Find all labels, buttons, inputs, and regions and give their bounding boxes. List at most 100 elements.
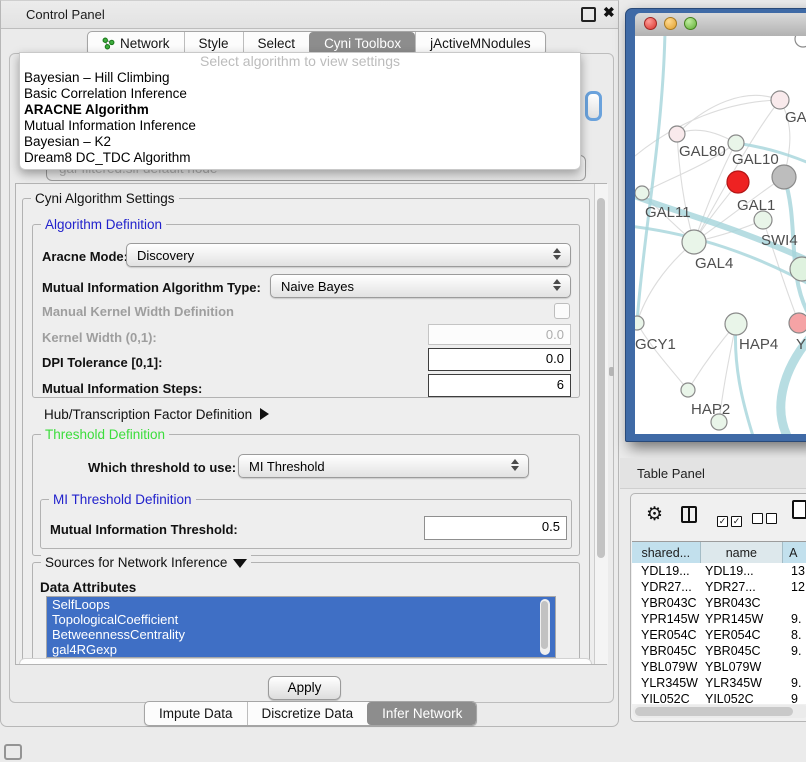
close-icon[interactable]: ✖ [603, 4, 615, 21]
control-panel-window: Control Panel ✖ NetworkStyleSelectCyni T… [0, 0, 619, 727]
bottom-tab-discretize-data[interactable]: Discretize Data [247, 702, 368, 725]
node-label-gcy1: GCY1 [635, 336, 676, 353]
column-header-name[interactable]: name [701, 542, 784, 564]
table-cell [784, 659, 806, 675]
table-horizontal-scrollbar[interactable] [633, 705, 806, 718]
algorithm-option-mutual-information-inference[interactable]: Mutual Information Inference [20, 118, 580, 134]
table-cell: YBR045C [632, 643, 701, 659]
node-label-gal80: GAL80 [679, 143, 726, 160]
table-row[interactable]: YDL19...YDL19...13 [632, 563, 806, 579]
table-cell: YLR345W [632, 675, 701, 691]
tab-label: Network [120, 36, 170, 51]
close-traffic-light[interactable] [644, 17, 657, 30]
node[interactable] [772, 165, 796, 189]
cyni-settings-pane: Cyni Algorithm Settings Algorithm Defini… [15, 183, 607, 665]
table-cell [784, 595, 806, 611]
attribute-item-selfloops[interactable]: SelfLoops [47, 597, 555, 612]
tab-label: Style [199, 36, 229, 51]
attribute-item-topologicalcoefficient[interactable]: TopologicalCoefficient [47, 612, 555, 627]
manual-kernel-width-checkbox[interactable] [554, 303, 570, 319]
panel-resize-handle[interactable] [609, 367, 614, 376]
node-gal80[interactable] [669, 126, 685, 142]
which-threshold-select[interactable]: MI Threshold [238, 454, 529, 478]
mi-threshold-input[interactable]: 0.5 [424, 516, 567, 540]
combo-arrows-icon [553, 248, 561, 260]
bottom-tab-impute-data[interactable]: Impute Data [145, 702, 247, 725]
node[interactable] [727, 171, 749, 193]
kernel-width-label: Kernel Width (0,1): [42, 330, 157, 345]
deselect-all-checkboxes-icon[interactable] [752, 511, 780, 529]
table-row[interactable]: YBR043CYBR043C [632, 595, 806, 611]
attribute-item-betweennesscentrality[interactable]: BetweennessCentrality [47, 627, 555, 642]
apply-button[interactable]: Apply [268, 676, 341, 700]
algorithm-option-bayesian-k2[interactable]: Bayesian – K2 [20, 134, 580, 150]
node[interactable] [711, 414, 727, 430]
algorithm-option-bayesian-hill-climbing[interactable]: Bayesian – Hill Climbing [20, 70, 580, 86]
node-gal4[interactable] [682, 230, 706, 254]
network-view-window: GALGAL80GAL10GAL1GAL11SWI4GAL4GCY1HAP4YH… [625, 8, 806, 442]
network-edge [677, 130, 736, 143]
node-swi4[interactable] [790, 257, 806, 281]
kernel-width-input[interactable]: 0.0 [428, 324, 571, 345]
column-header-shared[interactable]: shared... [632, 542, 701, 564]
zoom-traffic-light[interactable] [684, 17, 697, 30]
dpi-tolerance-input[interactable]: 0.0 [428, 348, 571, 371]
table-row[interactable]: YIL052CYIL052C9 [632, 691, 806, 704]
node-y[interactable] [789, 313, 806, 333]
threshold-definition-title: Threshold Definition [41, 427, 169, 442]
node-hap2[interactable] [681, 383, 695, 397]
table-row[interactable]: YER054CYER054C8. [632, 627, 806, 643]
select-all-checkboxes-icon[interactable]: ✓✓ [717, 511, 745, 529]
node-label-gal11: GAL11 [645, 204, 691, 221]
bottom-tab-infer-network[interactable]: Infer Network [367, 702, 476, 725]
mi-steps-label: Mutual Information Steps: [42, 381, 202, 396]
network-edge [688, 324, 736, 390]
table-cell: 9. [784, 675, 806, 691]
tab-label: Select [258, 36, 296, 51]
node-label-gal1: GAL1 [737, 197, 775, 214]
attribute-list-scrollbar[interactable] [540, 599, 550, 655]
hub-section-label: Hub/Transcription Factor Definition [44, 407, 252, 422]
settings-vertical-scrollbar[interactable] [594, 184, 608, 664]
table-row[interactable]: YLR345WYLR345W9. [632, 675, 806, 691]
node-gal10[interactable] [728, 135, 744, 151]
network-window-titlebar[interactable] [635, 13, 806, 37]
table-cell: YBR043C [632, 595, 701, 611]
manual-kernel-width-label: Manual Kernel Width Definition [42, 304, 234, 319]
algorithm-option-basic-correlation-inference[interactable]: Basic Correlation Inference [20, 86, 580, 102]
node-hap4[interactable] [725, 313, 747, 335]
data-attributes-list[interactable]: SelfLoopsTopologicalCoefficientBetweenne… [46, 596, 556, 658]
table-row[interactable]: YPR145WYPR145W9. [632, 611, 806, 627]
minimize-traffic-light[interactable] [664, 17, 677, 30]
float-window-icon[interactable] [581, 7, 596, 22]
algorithm-option-aracne-algorithm[interactable]: ARACNE Algorithm [20, 102, 580, 118]
network-canvas[interactable]: GALGAL80GAL10GAL1GAL11SWI4GAL4GCY1HAP4YH… [635, 36, 806, 434]
sources-group-title[interactable]: Sources for Network Inference [41, 555, 251, 570]
attribute-item-gal4rgexp[interactable]: gal4RGexp [47, 642, 555, 657]
new-table-icon[interactable] [792, 500, 806, 519]
table-row[interactable]: YBL079WYBL079W [632, 659, 806, 675]
sources-title-text: Sources for Network Inference [45, 555, 227, 570]
mi-algorithm-type-select[interactable]: Naive Bayes [270, 274, 571, 298]
table-cell: 9. [784, 611, 806, 627]
mi-threshold-label: Mutual Information Threshold: [50, 522, 238, 537]
gear-icon[interactable]: ⚙ [646, 503, 663, 526]
hub-section-toggle[interactable]: Hub/Transcription Factor Definition [44, 407, 269, 422]
column-layout-icon[interactable] [681, 506, 697, 523]
algorithm-option-dream8-dc-tdc-algorithm[interactable]: Dream8 DC_TDC Algorithm [20, 150, 580, 166]
focused-combo-fragment[interactable] [585, 91, 602, 121]
mi-threshold-definition-title: MI Threshold Definition [49, 492, 196, 507]
node-gal11[interactable] [635, 186, 649, 200]
node-gal[interactable] [771, 91, 789, 109]
table-cell: YIL052C [632, 691, 701, 704]
settings-horizontal-scrollbar[interactable] [19, 658, 592, 665]
table-row[interactable]: YBR045CYBR045C9. [632, 643, 806, 659]
mi-steps-input[interactable]: 6 [428, 374, 571, 397]
minimized-panel-icon[interactable] [4, 744, 22, 760]
node-gcy1[interactable] [635, 316, 644, 330]
column-header-a[interactable]: A [783, 542, 806, 564]
table-row[interactable]: YDR27...YDR27...12 [632, 579, 806, 595]
node[interactable] [795, 36, 806, 47]
aracne-mode-select[interactable]: Discovery [126, 243, 571, 267]
combo-arrows-icon [553, 279, 561, 291]
